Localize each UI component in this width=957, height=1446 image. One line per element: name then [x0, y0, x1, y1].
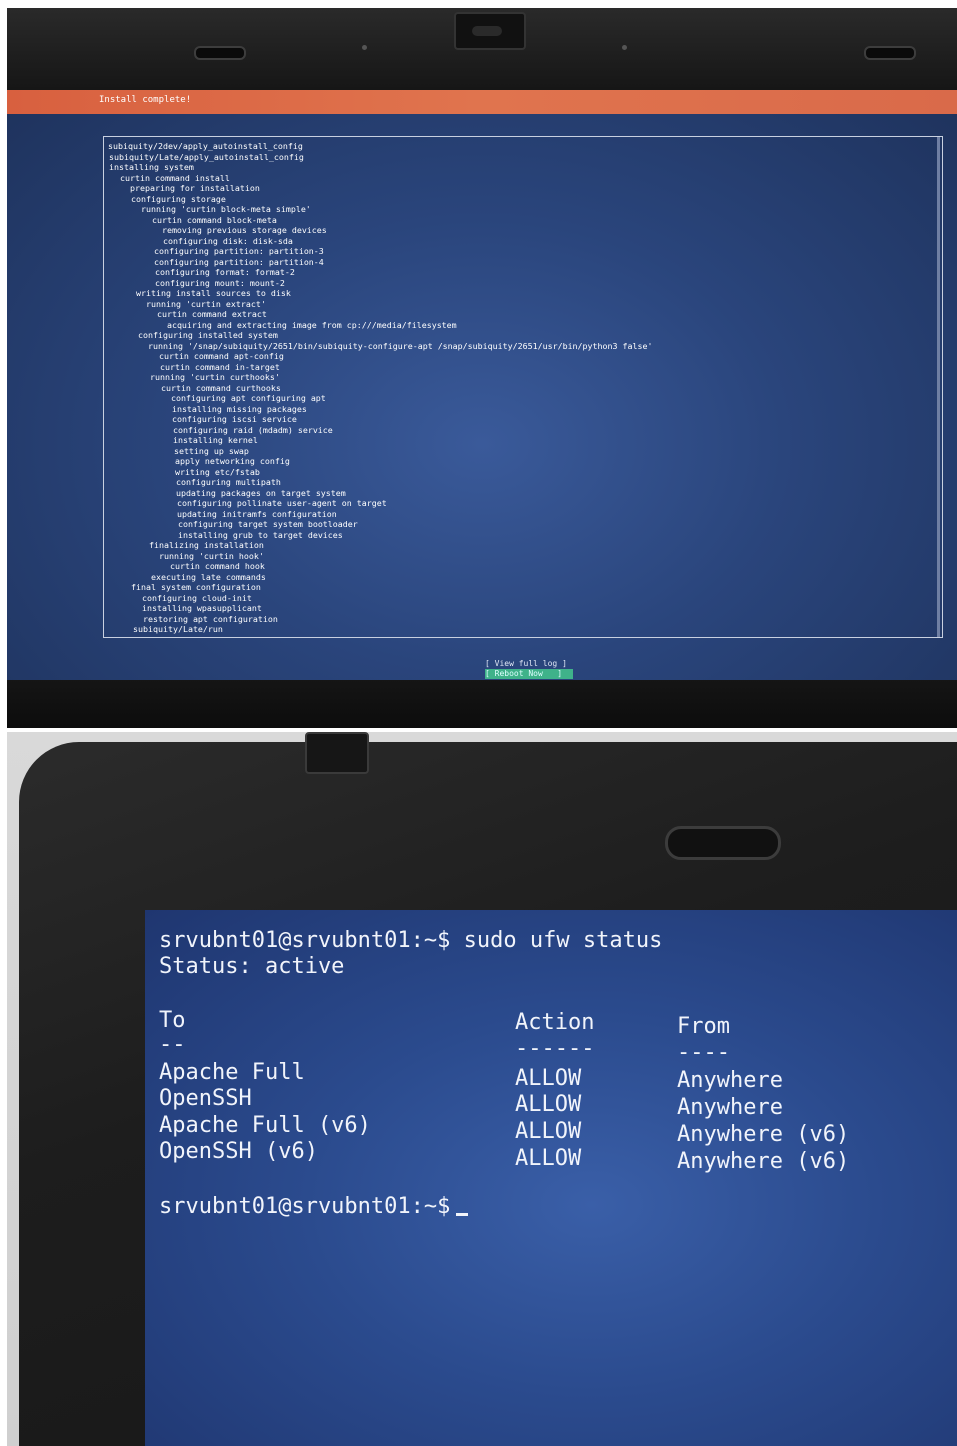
log-line: updating packages on target system [126, 487, 346, 498]
log-line: configuring iscsi service [122, 414, 297, 424]
view-full-log-button[interactable]: [ View full log ] [485, 658, 573, 669]
install-log-panel[interactable]: subiquity/2dev/apply_autoinstall_config s… [103, 136, 943, 638]
rule-from: Anywhere (v6) [677, 1122, 850, 1147]
log-line: installing wpasupplicant [132, 603, 262, 613]
terminal-photo: srvubnt01@srvubnt01:~$ sudo ufw status S… [7, 732, 957, 1446]
rule-action: ALLOW [515, 1119, 582, 1144]
rule-from: Anywhere [677, 1095, 783, 1120]
rule-action: ALLOW [515, 1146, 582, 1171]
log-line: configuring cloud-init [132, 592, 252, 603]
final-prompt-line[interactable]: srvubnt01@srvubnt01:~$ [159, 1194, 469, 1220]
bezel-latch [665, 826, 781, 860]
bezel-sensor-dot [622, 45, 627, 50]
log-line: apply networking config [125, 456, 290, 466]
log-line: installing missing packages [122, 403, 307, 414]
log-line: subiquity/Late/apply_autoinstall_config [109, 151, 304, 162]
log-line: configuring pollinate user-agent on targ… [127, 498, 387, 508]
log-line: writing install sources to disk [116, 288, 291, 298]
log-line: running 'curtin curthooks' [120, 372, 280, 382]
log-line: subiquity/Late/run [133, 624, 223, 634]
rule-to: OpenSSH (v6) [159, 1139, 318, 1164]
log-line: configuring partition: partition-4 [114, 256, 324, 267]
terminal-screen[interactable]: srvubnt01@srvubnt01:~$ sudo ufw status S… [145, 910, 957, 1446]
log-line: curtin command extract [117, 309, 267, 319]
log-line: curtin command in-target [120, 361, 280, 372]
log-line: configuring target system bootloader [128, 519, 358, 529]
log-line: running '/snap/subiquity/2651/bin/subiqu… [118, 340, 653, 351]
rule-to: Apache Full (v6) [159, 1113, 371, 1138]
log-line: configuring storage [111, 193, 226, 204]
log-line: configuring format: format-2 [115, 267, 295, 277]
installer-photo: Install complete! subiquity/2dev/apply_a… [7, 8, 957, 728]
rule-to: Apache Full [159, 1060, 305, 1085]
rule-from: Anywhere [677, 1068, 783, 1093]
header-from: From [677, 1014, 730, 1039]
bezel-latch-right [864, 46, 916, 60]
log-line: configuring disk: disk-sda [113, 235, 293, 246]
hinge-clip [305, 732, 369, 774]
log-line: running 'curtin block-meta simple' [111, 204, 311, 214]
log-line: final system configuration [131, 582, 261, 592]
log-line: subiquity/2dev/apply_autoinstall_config [108, 141, 303, 151]
log-line: removing previous storage devices [112, 225, 327, 235]
log-line: restoring apt configuration [133, 613, 278, 624]
log-line: curtin command curthooks [121, 382, 281, 393]
rule-action: ALLOW [515, 1066, 582, 1091]
installer-screen: Install complete! subiquity/2dev/apply_a… [7, 90, 957, 680]
log-line: curtin command hook [130, 561, 265, 571]
shell-prompt: srvubnt01@srvubnt01:~$ [159, 1194, 451, 1219]
log-line: configuring installed system [118, 330, 278, 340]
log-line: configuring raid (mdadm) service [123, 424, 333, 435]
log-line: installing kernel [123, 435, 258, 445]
text-cursor [456, 1213, 469, 1216]
bezel-latch-left [194, 46, 246, 60]
installer-header-title: Install complete! [99, 95, 192, 105]
separator-action: ------ [515, 1036, 595, 1061]
webcam-lens [472, 26, 502, 36]
log-line: running 'curtin extract' [116, 298, 266, 309]
separator-to: -- [159, 1032, 186, 1057]
reboot-now-button[interactable]: [ Reboot Now ] [485, 669, 573, 679]
log-line: configuring mount: mount-2 [115, 277, 285, 288]
rule-to: OpenSSH [159, 1086, 252, 1111]
log-line: configuring partition: partition-3 [114, 246, 324, 256]
separator-from: ---- [677, 1040, 730, 1065]
log-scrollbar[interactable] [937, 137, 940, 637]
typed-command: sudo ufw status [463, 928, 663, 953]
log-line: updating initramfs configuration [127, 508, 337, 519]
shell-prompt: srvubnt01@srvubnt01:~$ [159, 928, 451, 953]
rule-action: ALLOW [515, 1092, 582, 1117]
log-line: running 'curtin hook' [129, 550, 264, 561]
laptop-bezel-bottom [7, 680, 957, 728]
log-line: installing grub to target devices [128, 529, 343, 540]
bezel-mic-dot [362, 45, 367, 50]
log-line: writing etc/fstab [125, 466, 260, 477]
log-line: installing system [109, 162, 194, 172]
log-line: curtin command block-meta [112, 214, 277, 225]
command-line: srvubnt01@srvubnt01:~$ sudo ufw status [159, 928, 662, 954]
log-line: acquiring and extracting image from cp:/… [117, 319, 457, 330]
log-line: executing late commands [131, 571, 266, 582]
header-to: To [159, 1008, 186, 1033]
log-line: curtin command apt-config [119, 351, 284, 361]
log-line: finalizing installation [129, 540, 264, 550]
header-action: Action [515, 1010, 595, 1035]
log-line: setting up swap [124, 445, 249, 456]
rule-from: Anywhere (v6) [677, 1149, 850, 1174]
log-line: curtin command install [110, 172, 230, 183]
log-line: preparing for installation [110, 183, 260, 193]
log-line: configuring apt configuring apt [121, 393, 326, 403]
log-line: configuring multipath [126, 477, 281, 487]
status-line: Status: active [159, 954, 345, 979]
installer-header-bar: Install complete! [7, 90, 957, 114]
